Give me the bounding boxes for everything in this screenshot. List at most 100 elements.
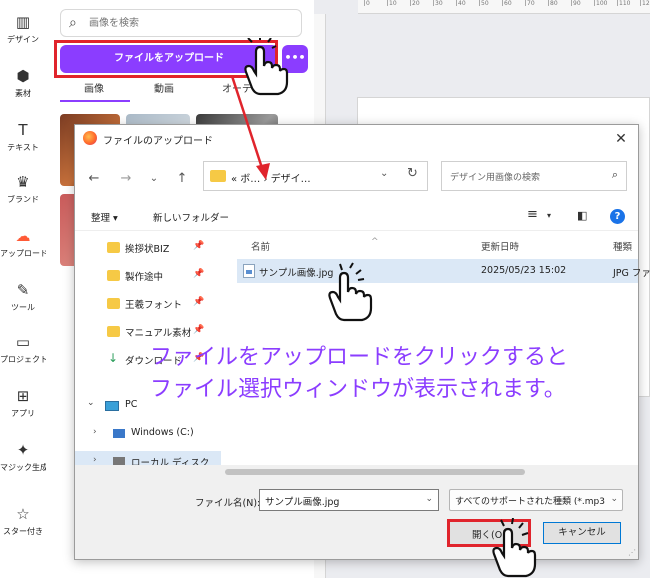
command-bar: 整理 ▾ 新しいフォルダー ≡ ▾ ◧ ? (75, 203, 638, 231)
folder-icon (210, 170, 226, 182)
sidebar-item[interactable]: T テキスト (0, 120, 46, 153)
folder-icon (107, 270, 120, 281)
horizontal-scrollbar[interactable] (75, 465, 638, 479)
file-row[interactable]: サンプル画像.jpg 2025/05/23 15:02 JPG ファイル (237, 259, 650, 283)
nav-item-label: PC (125, 399, 138, 410)
refresh-icon[interactable]: ↻ (407, 166, 418, 181)
nav-item-label: マニュアル素材 (125, 328, 192, 339)
tab-videos[interactable]: 動画 (154, 80, 174, 95)
sidebar-item-label: アップロード (0, 249, 46, 258)
sidebar-item[interactable]: ☁ アップロード (0, 226, 46, 259)
sort-caret-icon: ^ (371, 237, 379, 247)
nav-item-folder[interactable]: 挨拶状BIZ 📌 (75, 237, 221, 259)
new-folder-button[interactable]: 新しいフォルダー (153, 210, 229, 224)
filename-field[interactable]: サンプル画像.jpg ⌄ (259, 489, 439, 511)
resize-grip-icon[interactable]: ⋰ (628, 548, 636, 557)
folder-search-placeholder: デザイン用画像の検索 (450, 173, 541, 183)
windows-drive-icon (113, 429, 125, 438)
nav-item-folder[interactable]: 製作途中 📌 (75, 265, 221, 287)
cancel-button[interactable]: キャンセル (543, 522, 621, 544)
forward-arrow-icon[interactable]: → (115, 168, 137, 190)
pin-icon: 📌 (193, 325, 205, 335)
address-bar[interactable]: « ボ… › デザイ… ⌄ ↻ (203, 161, 428, 191)
left-rail: ▥ デザイン ⬢ 素材 T テキスト ♛ ブランド ☁ アップロード ✎ ツール ▭ プロジェクト ⊞ アプリ… (0, 0, 46, 578)
pin-icon: 📌 (193, 241, 205, 251)
recent-locations-chevron-icon[interactable]: ⌄ (143, 168, 165, 190)
nav-item-drive[interactable]: › ローカル ディスク (75, 451, 221, 465)
chevron-down-icon[interactable]: ⌄ (608, 494, 618, 504)
nav-item-label: ローカル ディスク (131, 458, 210, 465)
pointer-hand-icon (328, 262, 373, 322)
nav-item-label: Windows (C:) (131, 427, 194, 438)
pin-icon: 📌 (193, 297, 205, 307)
sidebar-item-label: マジック生成 (0, 463, 46, 472)
firefox-icon (83, 131, 97, 145)
ruler-tick: 90 (571, 0, 581, 7)
view-list-icon[interactable]: ≡ (527, 207, 538, 222)
sidebar-item[interactable]: ☆ スター付き (0, 504, 46, 537)
search-icon: ⌕ (69, 15, 77, 31)
file-type: JPG ファイル (613, 268, 650, 279)
ruler-tick: 10 (387, 0, 397, 7)
sidebar-item-label: ツール (11, 303, 35, 312)
instruction-caption: ファイルをアップロードをクリックすると ファイル選択ウィンドウが表示されます。 (150, 342, 630, 406)
dialog-title: ファイルのアップロード (103, 136, 213, 147)
ruler-tick: 50 (479, 0, 489, 7)
download-arrow-icon: ↓ (108, 351, 119, 365)
magic-icon: ✦ (16, 441, 30, 459)
active-tab-indicator (60, 100, 130, 102)
sidebar-item[interactable]: ♛ ブランド (0, 172, 46, 205)
sidebar-item[interactable]: ⊞ アプリ (0, 386, 46, 419)
upload-cloud-icon: ☁ (15, 227, 31, 245)
sidebar-item[interactable]: ✎ ツール (0, 280, 46, 313)
chevron-down-icon[interactable]: ⌄ (425, 494, 433, 504)
help-icon[interactable]: ? (610, 209, 625, 224)
sidebar-item-label: プロジェクト (0, 355, 46, 364)
ruler-tick: 120 (639, 0, 650, 7)
sidebar-item[interactable]: ✦ マジック生成 (0, 440, 46, 473)
address-path[interactable]: « ボ… › デザイ… (231, 170, 311, 185)
apps-icon: ⊞ (16, 387, 30, 405)
sidebar-item-label: ブランド (7, 195, 39, 204)
text-icon: T (18, 121, 28, 139)
preview-pane-icon[interactable]: ◧ (577, 209, 587, 222)
ruler-tick: 30 (433, 0, 443, 7)
column-header-modified[interactable]: 更新日時 (481, 239, 519, 253)
column-header-label: 名前 (251, 242, 271, 253)
column-header-type[interactable]: 種類 (613, 239, 632, 253)
image-file-icon (243, 264, 255, 278)
image-search-input[interactable] (89, 15, 289, 31)
filename-label: ファイル名(N): (195, 498, 261, 509)
file-type-select[interactable]: すべてのサポートされた種類 (*.mp3 ⌄ (449, 489, 623, 511)
elements-icon: ⬢ (16, 67, 30, 85)
folder-icon (107, 326, 120, 337)
back-arrow-icon[interactable]: ← (83, 168, 105, 190)
dialog-footer: ファイル名(N): サンプル画像.jpg ⌄ すべてのサポートされた種類 (*.… (75, 479, 638, 559)
sidebar-item[interactable]: ▥ デザイン (0, 12, 46, 45)
tab-images[interactable]: 画像 (84, 80, 104, 95)
sidebar-item[interactable]: ⬢ 素材 (0, 66, 46, 99)
chevron-right-icon[interactable]: › (93, 427, 97, 437)
organize-menu[interactable]: 整理 ▾ (91, 210, 118, 224)
nav-item-folder[interactable]: マニュアル素材 📌 (75, 321, 221, 343)
dialog-titlebar[interactable]: ファイルのアップロード ✕ (75, 125, 638, 153)
folder-search-box[interactable]: デザイン用画像の検索 ⌕ (441, 161, 627, 191)
nav-item-folder[interactable]: 王羲フォント 📌 (75, 293, 221, 315)
dialog-navigation-row: ← → ⌄ ↑ « ボ… › デザイ… ⌄ ↻ デザイン用画像の検索 ⌕ (75, 153, 638, 203)
chevron-down-icon[interactable]: ⌄ (380, 168, 388, 179)
view-dropdown-icon[interactable]: ▾ (547, 211, 551, 220)
folder-icon: ▭ (15, 333, 31, 351)
chevron-down-icon[interactable]: ⌄ (87, 398, 95, 408)
sidebar-item[interactable]: ▭ プロジェクト (0, 332, 46, 365)
nav-item-drive[interactable]: › Windows (C:) (75, 423, 221, 445)
image-search-box[interactable]: ⌕ (60, 9, 302, 37)
chevron-right-icon[interactable]: › (93, 455, 97, 465)
nav-item-label: 挨拶状BIZ (125, 244, 170, 255)
close-icon[interactable]: ✕ (610, 128, 632, 150)
up-arrow-icon[interactable]: ↑ (171, 168, 193, 190)
caption-line: ファイルをアップロードをクリックすると (150, 345, 569, 370)
column-header-name[interactable]: 名前 ^ (251, 237, 379, 253)
sidebar-item-label: 素材 (15, 89, 31, 98)
brand-icon: ♛ (16, 173, 30, 191)
scrollbar-thumb[interactable] (225, 469, 525, 475)
